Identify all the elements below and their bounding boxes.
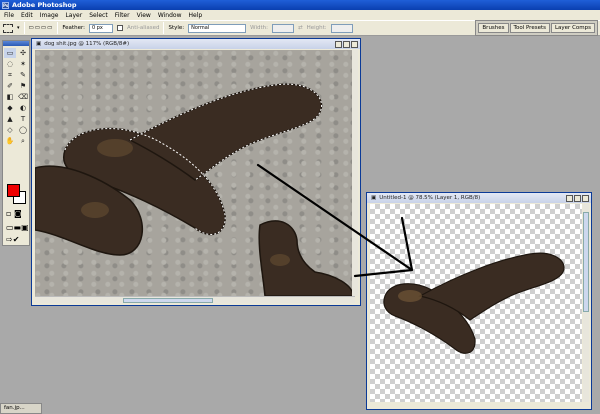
slice-tool-icon[interactable]: ✎: [17, 70, 29, 80]
divider: [57, 22, 59, 34]
brush-tool-icon[interactable]: ✐: [4, 81, 16, 91]
type-tool-icon[interactable]: T: [17, 114, 29, 124]
tab-brushes[interactable]: Brushes: [478, 23, 509, 33]
palette-well: Brushes Tool Presets Layer Comps: [475, 20, 598, 36]
menu-layer[interactable]: Layer: [65, 12, 82, 19]
style-select[interactable]: Normal: [188, 23, 247, 33]
dodge-tool-icon[interactable]: ◐: [17, 103, 29, 113]
foreground-color-swatch[interactable]: [7, 184, 20, 197]
screen-mode-icons[interactable]: ▭▬▣: [6, 223, 29, 232]
selection-mode-icons[interactable]: ▭▭▭▭: [29, 25, 54, 31]
menu-filter[interactable]: Filter: [115, 12, 130, 19]
taskbar-label: fan.jp...: [4, 405, 25, 411]
hand-tool-icon[interactable]: ✋: [4, 136, 16, 146]
tool-grid: ▭ ✣ ◌ ✶ ⌗ ✎ ✐ ⚑ ◧ ⌫ ◆ ◐ ▲ T ◇ ◯ ✋ ⌕: [3, 46, 29, 148]
pen-tool-icon[interactable]: ◇: [4, 125, 16, 135]
antialiased-checkbox[interactable]: [116, 25, 123, 31]
history-brush-icon[interactable]: ◧: [4, 92, 16, 102]
close-icon[interactable]: [582, 194, 589, 202]
menu-help[interactable]: Help: [189, 12, 203, 19]
lasso-tool-icon[interactable]: ◌: [4, 59, 16, 69]
tab-layer-comps[interactable]: Layer Comps: [550, 23, 595, 33]
document-icon: ▣: [371, 195, 377, 201]
antialiased-label: Anti-aliased: [126, 25, 160, 31]
document-icon: ▣: [36, 41, 42, 47]
taskbar-button[interactable]: fan.jp...: [0, 403, 42, 414]
options-bar: ▾ ▭▭▭▭ Feather: 0 px Anti-aliased Style:…: [0, 20, 600, 36]
vertical-scrollbar[interactable]: [352, 50, 358, 296]
shape-tool-icon[interactable]: ◯: [17, 125, 29, 135]
target-canvas[interactable]: [370, 204, 582, 402]
marquee-tool-icon[interactable]: ▭: [4, 48, 16, 58]
scrollbar-thumb[interactable]: [583, 212, 589, 312]
width-label: Width:: [250, 25, 268, 31]
minimize-icon[interactable]: [335, 40, 342, 48]
document-window-source[interactable]: ▣ dog shit.jpg @ 117% (RGB/8#): [31, 38, 361, 306]
gradient-tool-icon[interactable]: ◆: [4, 103, 16, 113]
document-window-target[interactable]: ▣ Untitled-1 @ 78.5% (Layer 1, RGB/8): [366, 192, 592, 410]
app-title-bar: Ps Adobe Photoshop: [0, 0, 600, 10]
document-title: dog shit.jpg @ 117% (RGB/8#): [44, 41, 130, 47]
divider: [23, 22, 25, 34]
eraser-tool-icon[interactable]: ⌫: [17, 92, 29, 102]
divider: [163, 22, 165, 34]
tab-tool-presets[interactable]: Tool Presets: [509, 23, 550, 33]
quick-mask-icons[interactable]: ▫ ◙: [6, 209, 22, 218]
source-canvas[interactable]: [35, 50, 355, 296]
toolbox: ▭ ✣ ◌ ✶ ⌗ ✎ ✐ ⚑ ◧ ⌫ ◆ ◐ ▲ T ◇ ◯ ✋ ⌕ ▫ ◙ …: [2, 40, 30, 246]
photoshop-icon: Ps: [2, 1, 9, 9]
menu-image[interactable]: Image: [40, 12, 59, 19]
menu-file[interactable]: File: [4, 12, 14, 19]
pasted-layer-image: [383, 252, 565, 354]
scrollbar-thumb[interactable]: [123, 298, 213, 303]
document-title: Untitled-1 @ 78.5% (Layer 1, RGB/8): [379, 195, 481, 201]
jump-to-imageready-icon[interactable]: ⇨✔: [6, 235, 19, 244]
app-title: Adobe Photoshop: [12, 1, 77, 9]
feather-label: Feather:: [62, 25, 85, 31]
height-label: Height:: [306, 25, 327, 31]
chevron-down-icon[interactable]: ▾: [17, 25, 20, 31]
close-icon[interactable]: [351, 40, 358, 48]
crop-tool-icon[interactable]: ⌗: [4, 70, 16, 80]
move-tool-icon[interactable]: ✣: [17, 48, 29, 58]
zoom-tool-icon[interactable]: ⌕: [17, 136, 29, 146]
maximize-icon[interactable]: [343, 40, 350, 48]
stamp-tool-icon[interactable]: ⚑: [17, 81, 29, 91]
horizontal-scrollbar[interactable]: [35, 296, 355, 303]
menu-window[interactable]: Window: [158, 12, 182, 19]
style-label: Style:: [168, 25, 185, 31]
menu-bar: File Edit Image Layer Select Filter View…: [0, 10, 600, 20]
maximize-icon[interactable]: [574, 194, 581, 202]
source-photo: [35, 83, 354, 296]
feather-input[interactable]: 0 px: [88, 23, 113, 33]
document-title-bar[interactable]: ▣ Untitled-1 @ 78.5% (Layer 1, RGB/8): [367, 193, 591, 203]
menu-view[interactable]: View: [137, 12, 151, 19]
minimize-icon[interactable]: [566, 194, 573, 202]
swap-icon[interactable]: ⇄: [298, 25, 303, 31]
width-input[interactable]: [271, 23, 294, 33]
marquee-preset-icon[interactable]: [3, 23, 13, 33]
path-select-tool-icon[interactable]: ▲: [4, 114, 16, 124]
height-input[interactable]: [330, 23, 353, 33]
menu-select[interactable]: Select: [89, 12, 108, 19]
magic-wand-tool-icon[interactable]: ✶: [17, 59, 29, 69]
vertical-scrollbar[interactable]: [583, 204, 589, 402]
document-title-bar[interactable]: ▣ dog shit.jpg @ 117% (RGB/8#): [32, 39, 360, 49]
menu-edit[interactable]: Edit: [21, 12, 33, 19]
